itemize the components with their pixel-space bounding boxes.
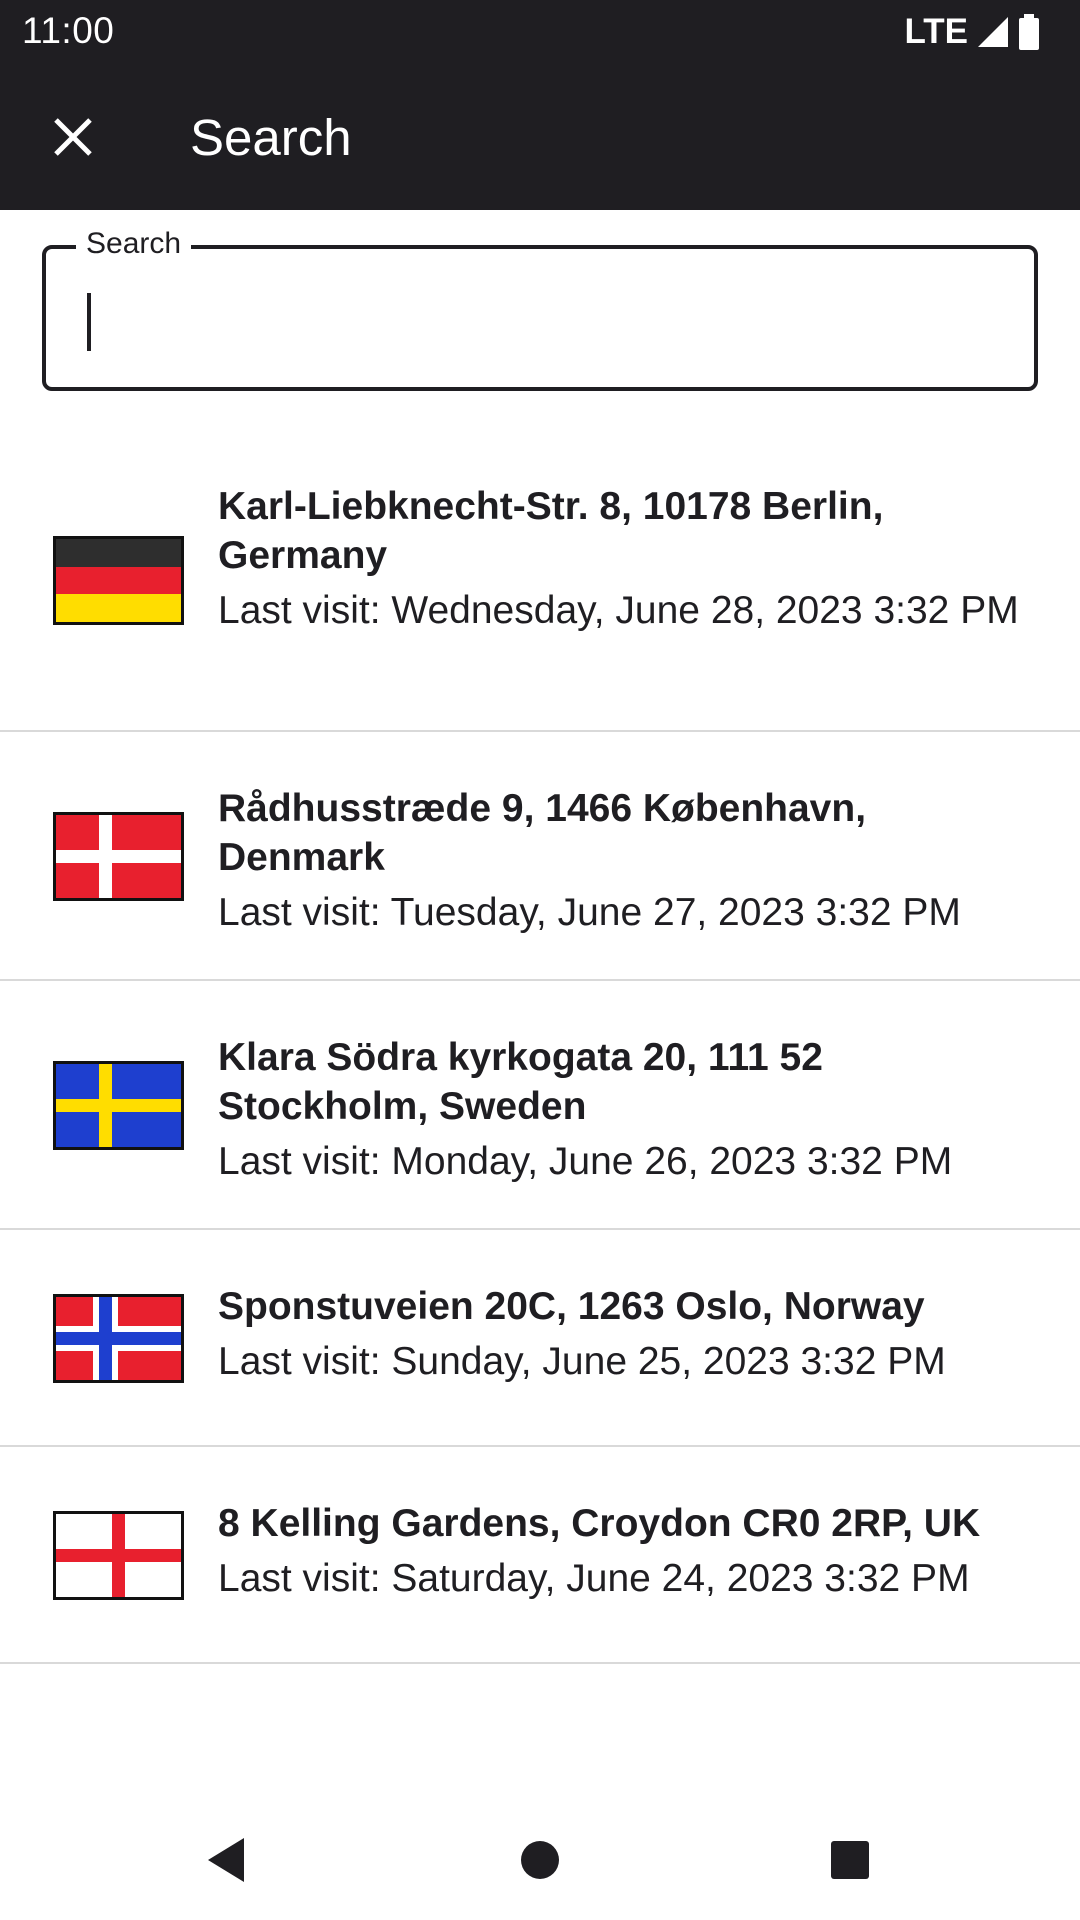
recents-icon xyxy=(831,1841,869,1879)
last-visit: Last visit: Monday, June 26, 2023 3:32 P… xyxy=(218,1140,953,1183)
network-type: LTE xyxy=(904,12,968,51)
norway-flag-icon xyxy=(53,1294,184,1383)
status-icons: LTE xyxy=(904,12,1040,52)
back-icon xyxy=(208,1838,244,1882)
home-icon xyxy=(521,1841,559,1879)
list-item[interactable]: Sponstuveien 20C, 1263 Oslo, Norway Last… xyxy=(0,1230,1080,1447)
back-button[interactable] xyxy=(194,1828,258,1892)
home-button[interactable] xyxy=(508,1828,572,1892)
battery-icon xyxy=(1019,14,1039,50)
location-address: 8 Kelling Gardens, Croydon CR0 2RP, UK xyxy=(218,1502,981,1545)
top-app-bar: Search xyxy=(0,64,1080,210)
location-address: Rådhusstræde 9, 1466 København, Denmark xyxy=(218,787,867,879)
last-visit: Last visit: Wednesday, June 28, 2023 3:3… xyxy=(218,589,1019,632)
list-item[interactable]: Rådhusstræde 9, 1466 København, Denmark … xyxy=(0,732,1080,981)
england-flag-icon xyxy=(53,1511,184,1600)
close-icon xyxy=(54,118,92,156)
last-visit: Last visit: Saturday, June 24, 2023 3:32… xyxy=(218,1557,970,1600)
recent-locations-list: Karl-Liebknecht-Str. 8, 10178 Berlin, Ge… xyxy=(0,420,1080,1664)
page-title: Search xyxy=(190,109,352,166)
status-time: 11:00 xyxy=(22,10,115,51)
text-cursor xyxy=(87,293,91,351)
germany-flag-icon xyxy=(53,536,184,625)
sweden-flag-icon xyxy=(53,1061,184,1150)
location-address: Klara Södra kyrkogata 20, 111 52 Stockho… xyxy=(218,1036,823,1128)
search-field[interactable]: Search xyxy=(42,227,1038,391)
denmark-flag-icon xyxy=(53,812,184,901)
location-address: Karl-Liebknecht-Str. 8, 10178 Berlin, Ge… xyxy=(218,485,884,577)
location-address: Sponstuveien 20C, 1263 Oslo, Norway xyxy=(218,1285,925,1328)
search-input[interactable] xyxy=(70,277,1010,359)
list-item[interactable]: Karl-Liebknecht-Str. 8, 10178 Berlin, Ge… xyxy=(0,420,1080,732)
last-visit: Last visit: Sunday, June 25, 2023 3:32 P… xyxy=(218,1340,946,1383)
list-item[interactable]: 8 Kelling Gardens, Croydon CR0 2RP, UK L… xyxy=(0,1447,1080,1664)
list-item[interactable]: Klara Södra kyrkogata 20, 111 52 Stockho… xyxy=(0,981,1080,1230)
signal-icon xyxy=(978,17,1008,47)
system-nav-bar xyxy=(0,1800,1080,1920)
close-button[interactable] xyxy=(40,104,106,170)
search-label: Search xyxy=(76,227,192,261)
status-bar: 11:00 LTE xyxy=(0,0,1080,64)
recents-button[interactable] xyxy=(818,1828,882,1892)
last-visit: Last visit: Tuesday, June 27, 2023 3:32 … xyxy=(218,891,961,934)
